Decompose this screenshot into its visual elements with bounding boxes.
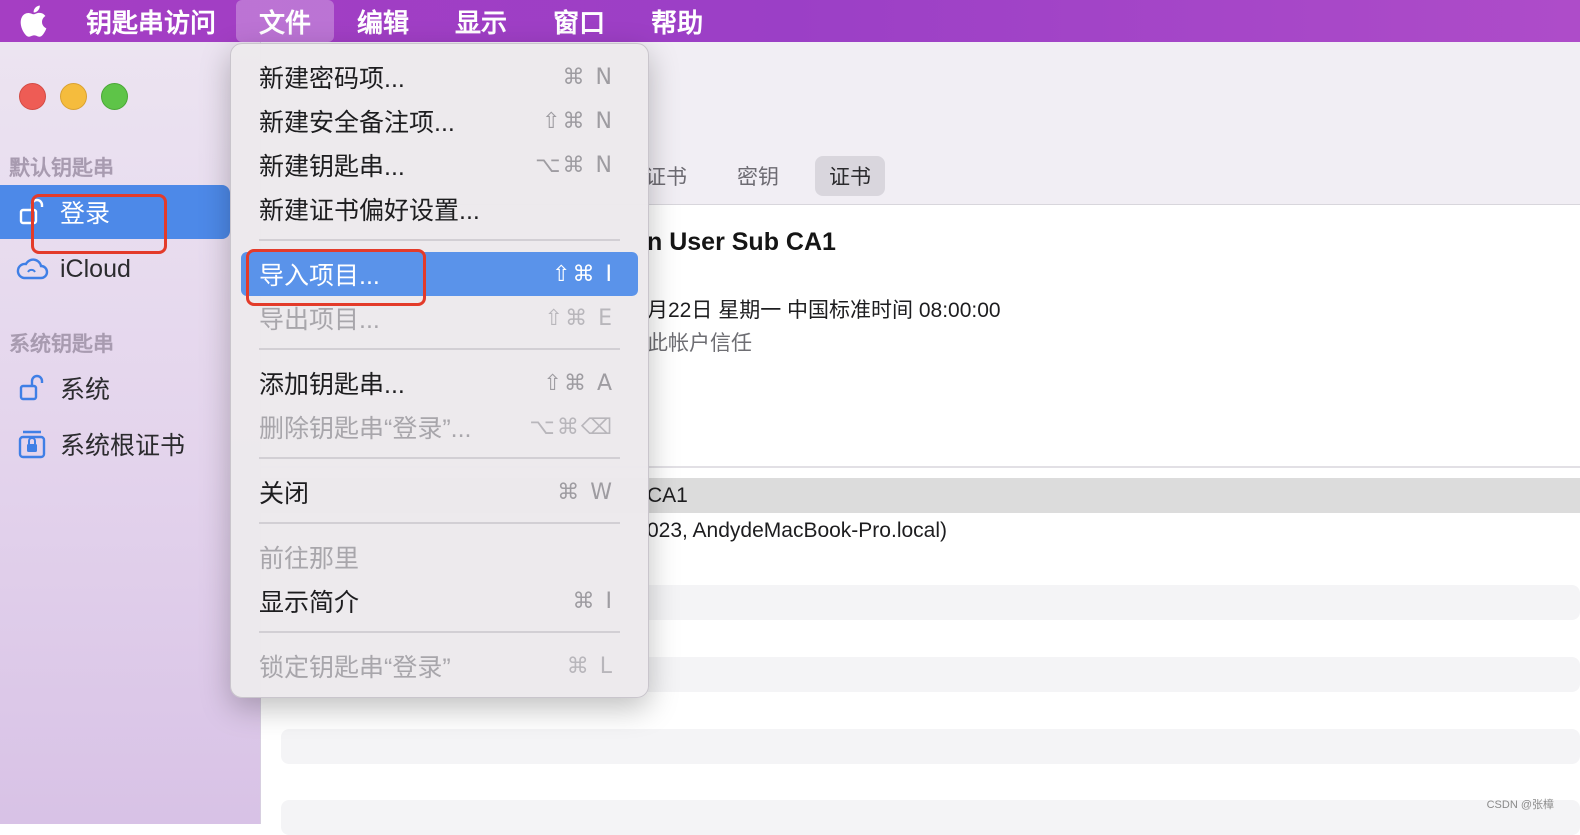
section-default-keychains: 默认钥匙串 xyxy=(9,157,114,180)
apple-menu[interactable] xyxy=(0,0,66,42)
menu-item-close[interactable]: 关闭 ⌘ W xyxy=(241,470,638,514)
menu-separator xyxy=(259,239,620,241)
annotation-box-import xyxy=(246,249,426,306)
menu-item-label: 新建钥匙串... xyxy=(259,153,405,181)
sidebar-item-system-roots[interactable]: 系统根证书 xyxy=(0,417,230,471)
menu-item-go-there: 前往那里 xyxy=(241,535,638,579)
menu-item-label: 新建安全备注项... xyxy=(259,109,455,137)
menu-item-shortcut: ⇧⌘ A xyxy=(543,370,614,396)
menu-item-shortcut: ⇧⌘ N xyxy=(542,108,614,134)
menu-item-label: 新建密码项... xyxy=(259,65,405,93)
menu-item-label: 删除钥匙串“登录”... xyxy=(259,415,472,443)
menu-item-add-keychain[interactable]: 添加钥匙串... ⇧⌘ A xyxy=(241,361,638,405)
lock-open-icon xyxy=(15,371,49,405)
certificate-title: n User Sub CA1 xyxy=(647,228,836,256)
menu-item-label: 新建证书偏好设置... xyxy=(259,197,480,225)
menu-item-shortcut: ⌥⌘ N xyxy=(535,152,614,178)
menu-separator xyxy=(259,348,620,350)
menu-item-lock-keychain: 锁定钥匙串“登录” ⌘ L xyxy=(241,644,638,688)
menu-item-get-info[interactable]: 显示简介 ⌘ I xyxy=(241,579,638,623)
cabinet-lock-icon xyxy=(15,427,49,461)
file-menu-dropdown: 新建密码项... ⌘ N 新建安全备注项... ⇧⌘ N 新建钥匙串... ⌥⌘… xyxy=(230,43,649,698)
menu-item-shortcut: ⇧⌘ E xyxy=(544,305,614,331)
menu-item-shortcut: ⌥⌘⌫ xyxy=(529,414,614,440)
tab-keys[interactable]: 密钥 xyxy=(723,156,793,196)
certificate-trust-status: 此帐户信任 xyxy=(647,332,752,355)
annotation-box-login xyxy=(31,194,167,254)
section-system-keychains: 系统钥匙串 xyxy=(9,333,114,356)
menubar-view[interactable]: 显示 xyxy=(432,0,530,42)
zoom-window-button[interactable] xyxy=(101,83,128,110)
menu-item-new-password[interactable]: 新建密码项... ⌘ N xyxy=(241,55,638,99)
menu-separator xyxy=(259,631,620,633)
menu-item-shortcut: ⌘ L xyxy=(566,653,614,679)
table-row-empty xyxy=(281,729,1580,764)
window-controls xyxy=(19,83,128,110)
menu-item-label: 前往那里 xyxy=(259,545,360,573)
menu-item-shortcut: ⌘ W xyxy=(557,479,614,505)
sidebar-item-system[interactable]: 系统 xyxy=(0,361,230,415)
menu-item-new-cert-preference[interactable]: 新建证书偏好设置... xyxy=(241,187,638,231)
menu-item-label: 关闭 xyxy=(259,480,310,508)
menubar-file[interactable]: 文件 xyxy=(236,0,335,42)
menubar-app-name[interactable]: 钥匙串访问 xyxy=(66,0,236,42)
category-tabs: 证书 密钥 证书 xyxy=(631,156,885,196)
sidebar: 默认钥匙串 登录 iCloud 系统钥匙串 系统 系统根证书 xyxy=(0,42,261,824)
close-window-button[interactable] xyxy=(19,83,46,110)
table-row-empty xyxy=(281,800,1580,835)
minimize-window-button[interactable] xyxy=(60,83,87,110)
cloud-icon xyxy=(15,252,49,286)
tab-certificates[interactable]: 证书 xyxy=(815,156,885,196)
certificate-expiry: 月22日 星期一 中国标准时间 08:00:00 xyxy=(647,299,1001,322)
menubar-edit[interactable]: 编辑 xyxy=(334,0,432,42)
watermark: CSDN @张樟 xyxy=(1486,799,1554,811)
menu-bar: 钥匙串访问 文件 编辑 显示 窗口 帮助 xyxy=(0,0,1580,42)
menu-separator xyxy=(259,522,620,524)
menu-item-shortcut: ⇧⌘ I xyxy=(552,261,614,287)
menubar-window[interactable]: 窗口 xyxy=(530,0,628,42)
menu-item-new-keychain[interactable]: 新建钥匙串... ⌥⌘ N xyxy=(241,143,638,187)
sidebar-item-label: 系统 xyxy=(60,376,111,404)
menu-item-delete-keychain: 删除钥匙串“登录”... ⌥⌘⌫ xyxy=(241,405,638,449)
menu-separator xyxy=(259,457,620,459)
apple-icon xyxy=(20,5,47,37)
menu-item-shortcut: ⌘ N xyxy=(562,64,614,90)
menu-item-shortcut: ⌘ I xyxy=(572,588,614,614)
sidebar-item-label: iCloud xyxy=(60,254,131,283)
menu-item-label: 显示简介 xyxy=(259,589,360,617)
sidebar-item-label: 系统根证书 xyxy=(60,432,186,460)
menu-item-label: 锁定钥匙串“登录” xyxy=(259,654,451,682)
menu-item-new-secure-note[interactable]: 新建安全备注项... ⇧⌘ N xyxy=(241,99,638,143)
menu-item-label: 添加钥匙串... xyxy=(259,371,405,399)
menubar-help[interactable]: 帮助 xyxy=(628,0,726,42)
